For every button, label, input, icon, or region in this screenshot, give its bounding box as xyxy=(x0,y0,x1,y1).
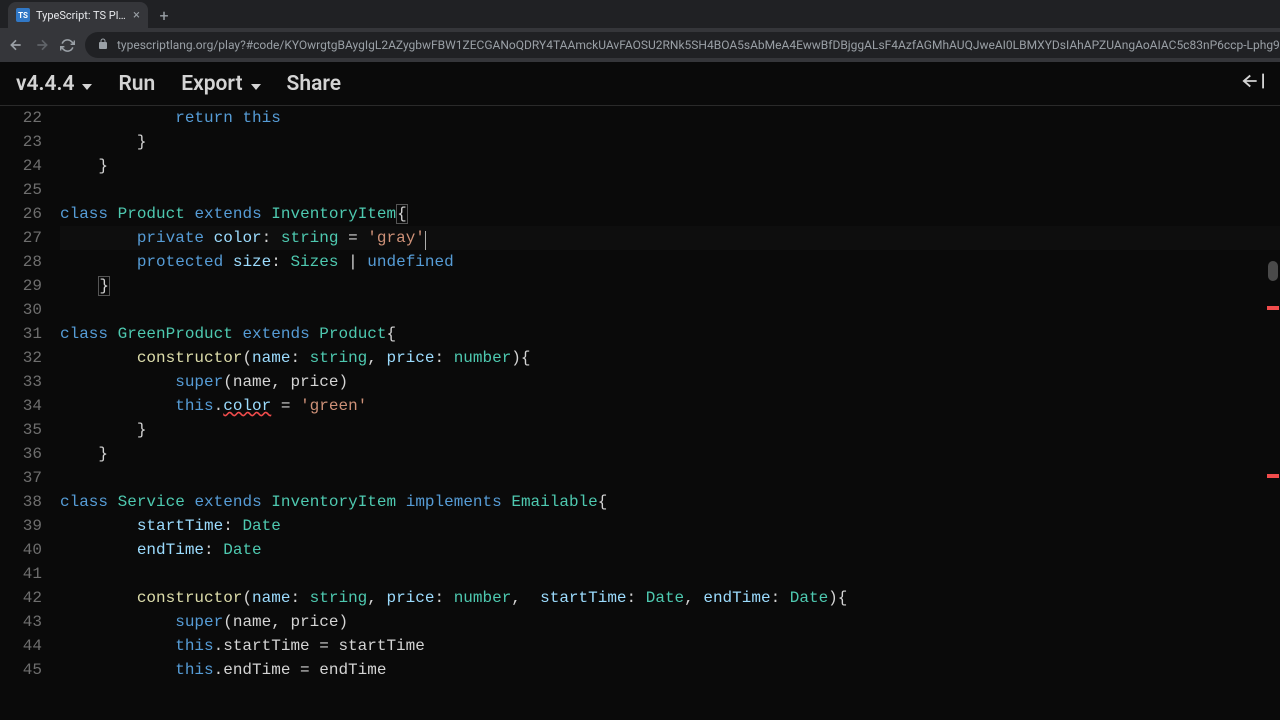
url-bar[interactable]: typescriptlang.org/play?#code/KYOwrgtgBA… xyxy=(85,32,1280,58)
error-marker[interactable] xyxy=(1267,306,1279,310)
scrollbar-track[interactable] xyxy=(1266,106,1280,720)
line-number-gutter: 2223242526272829303132333435363738394041… xyxy=(0,106,60,682)
code-editor[interactable]: 2223242526272829303132333435363738394041… xyxy=(0,106,1280,720)
lock-icon xyxy=(97,38,109,53)
error-marker[interactable] xyxy=(1267,474,1279,478)
tab-title: TypeScript: TS Playground - A xyxy=(36,9,127,22)
tab-bar: TS TypeScript: TS Playground - A × + xyxy=(0,0,1280,28)
reload-button[interactable] xyxy=(60,38,75,53)
collapse-sidebar-icon[interactable] xyxy=(1242,72,1264,95)
forward-button[interactable] xyxy=(34,37,50,53)
url-text: typescriptlang.org/play?#code/KYOwrgtgBA… xyxy=(117,38,1280,52)
browser-chrome: TS TypeScript: TS Playground - A × + typ… xyxy=(0,0,1280,62)
chevron-down-icon xyxy=(249,72,261,96)
back-button[interactable] xyxy=(8,37,24,53)
run-button[interactable]: Run xyxy=(118,72,155,96)
playground-toolbar: v4.4.4 Run Export Share xyxy=(0,62,1280,106)
nav-bar: typescriptlang.org/play?#code/KYOwrgtgBA… xyxy=(0,28,1280,62)
export-button[interactable]: Export xyxy=(181,72,260,96)
browser-tab[interactable]: TS TypeScript: TS Playground - A × xyxy=(8,2,148,28)
ts-favicon-icon: TS xyxy=(16,8,30,22)
chevron-down-icon xyxy=(80,72,92,96)
close-icon[interactable]: × xyxy=(133,8,140,23)
share-button[interactable]: Share xyxy=(287,72,341,96)
code-content[interactable]: return this } } class Product extends In… xyxy=(60,106,1280,682)
new-tab-button[interactable]: + xyxy=(152,3,176,27)
scrollbar-thumb[interactable] xyxy=(1268,261,1278,281)
version-selector[interactable]: v4.4.4 xyxy=(16,72,92,96)
